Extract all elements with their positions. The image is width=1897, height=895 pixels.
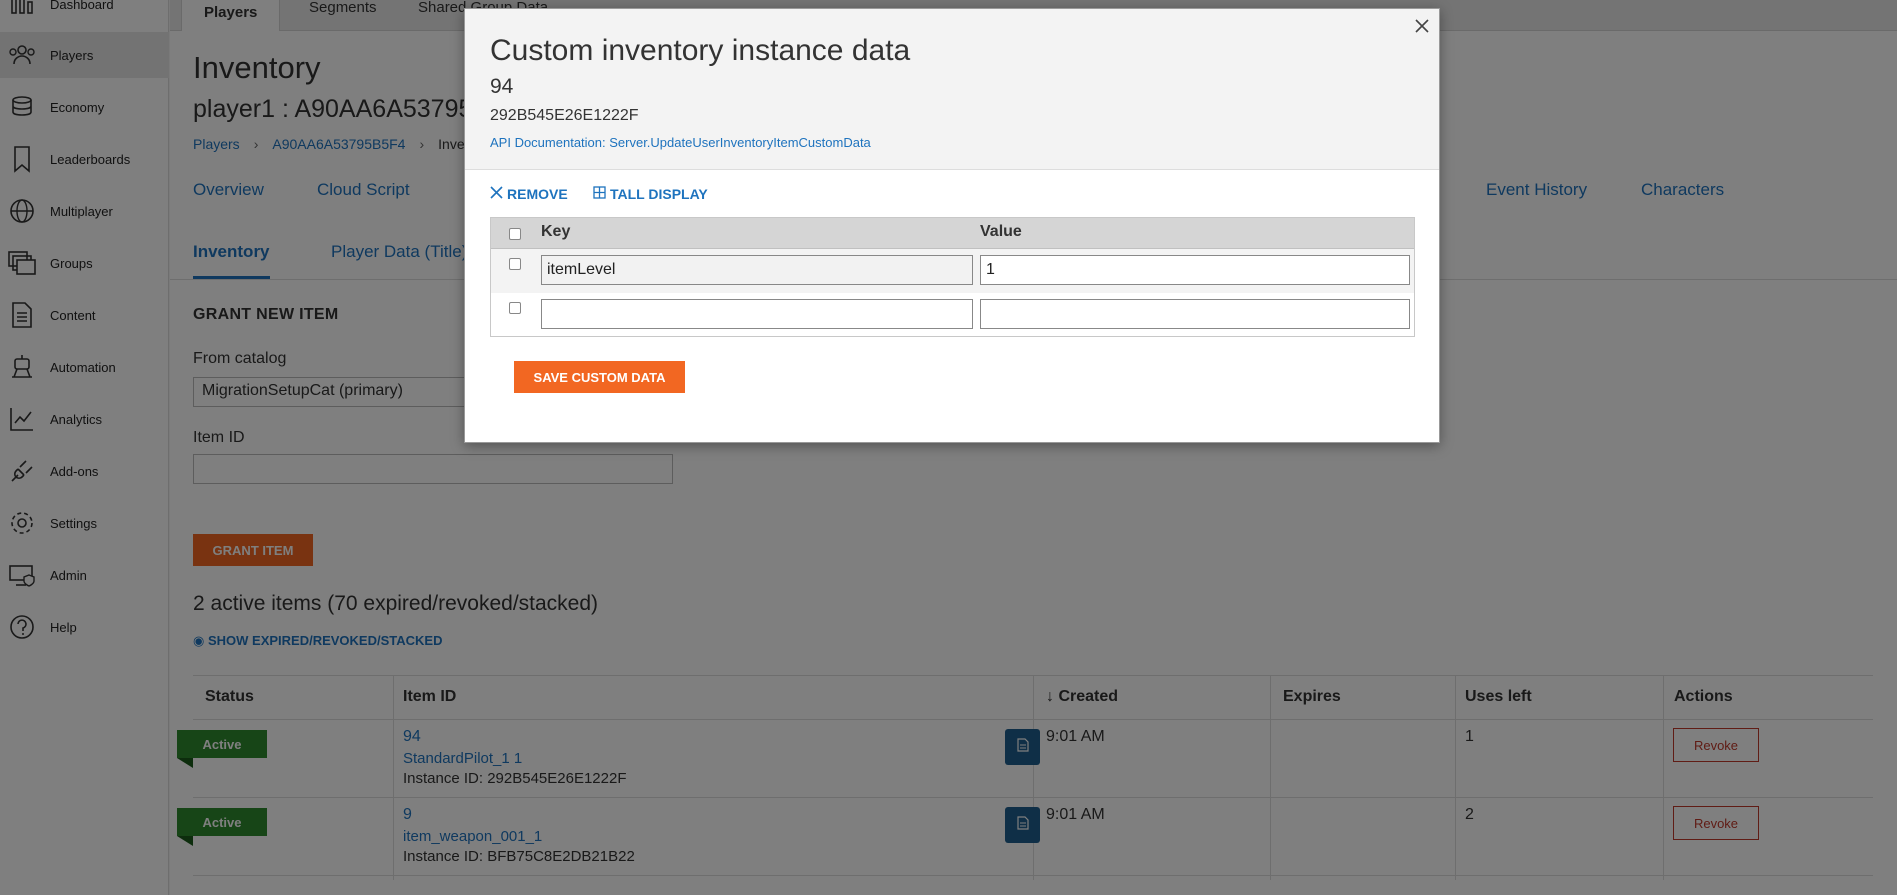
value-field[interactable]	[980, 299, 1410, 329]
modal-instance-id: 292B545E26E1222F	[490, 107, 639, 124]
kv-table-header: Key Value	[491, 218, 1414, 249]
value-field[interactable]	[980, 255, 1410, 285]
tall-display-button[interactable]: TALL DISPLAY	[593, 186, 708, 202]
tall-display-label: TALL DISPLAY	[610, 186, 708, 202]
custom-data-modal: Custom inventory instance data 94 292B54…	[464, 8, 1440, 443]
remove-button[interactable]: REMOVE	[490, 186, 568, 202]
close-icon	[490, 186, 503, 202]
modal-title: Custom inventory instance data	[490, 34, 911, 67]
kv-row	[491, 249, 1414, 293]
modal-item-number: 94	[490, 75, 514, 98]
grid-icon	[593, 186, 606, 202]
close-icon	[1415, 18, 1429, 38]
kv-row	[491, 293, 1414, 337]
col-value: Value	[980, 223, 1022, 240]
save-custom-data-button[interactable]: SAVE CUSTOM DATA	[514, 361, 685, 393]
modal-header: Custom inventory instance data 94 292B54…	[465, 9, 1439, 170]
row-checkbox[interactable]	[509, 258, 521, 270]
select-all-checkbox[interactable]	[509, 228, 521, 240]
col-key: Key	[541, 223, 571, 240]
api-documentation-link[interactable]: API Documentation: Server.UpdateUserInve…	[490, 135, 871, 150]
close-button[interactable]	[1411, 17, 1433, 39]
key-value-table: Key Value	[490, 217, 1415, 337]
key-field[interactable]	[541, 255, 973, 285]
remove-label: REMOVE	[507, 186, 568, 202]
row-checkbox[interactable]	[509, 302, 521, 314]
key-field[interactable]	[541, 299, 973, 329]
